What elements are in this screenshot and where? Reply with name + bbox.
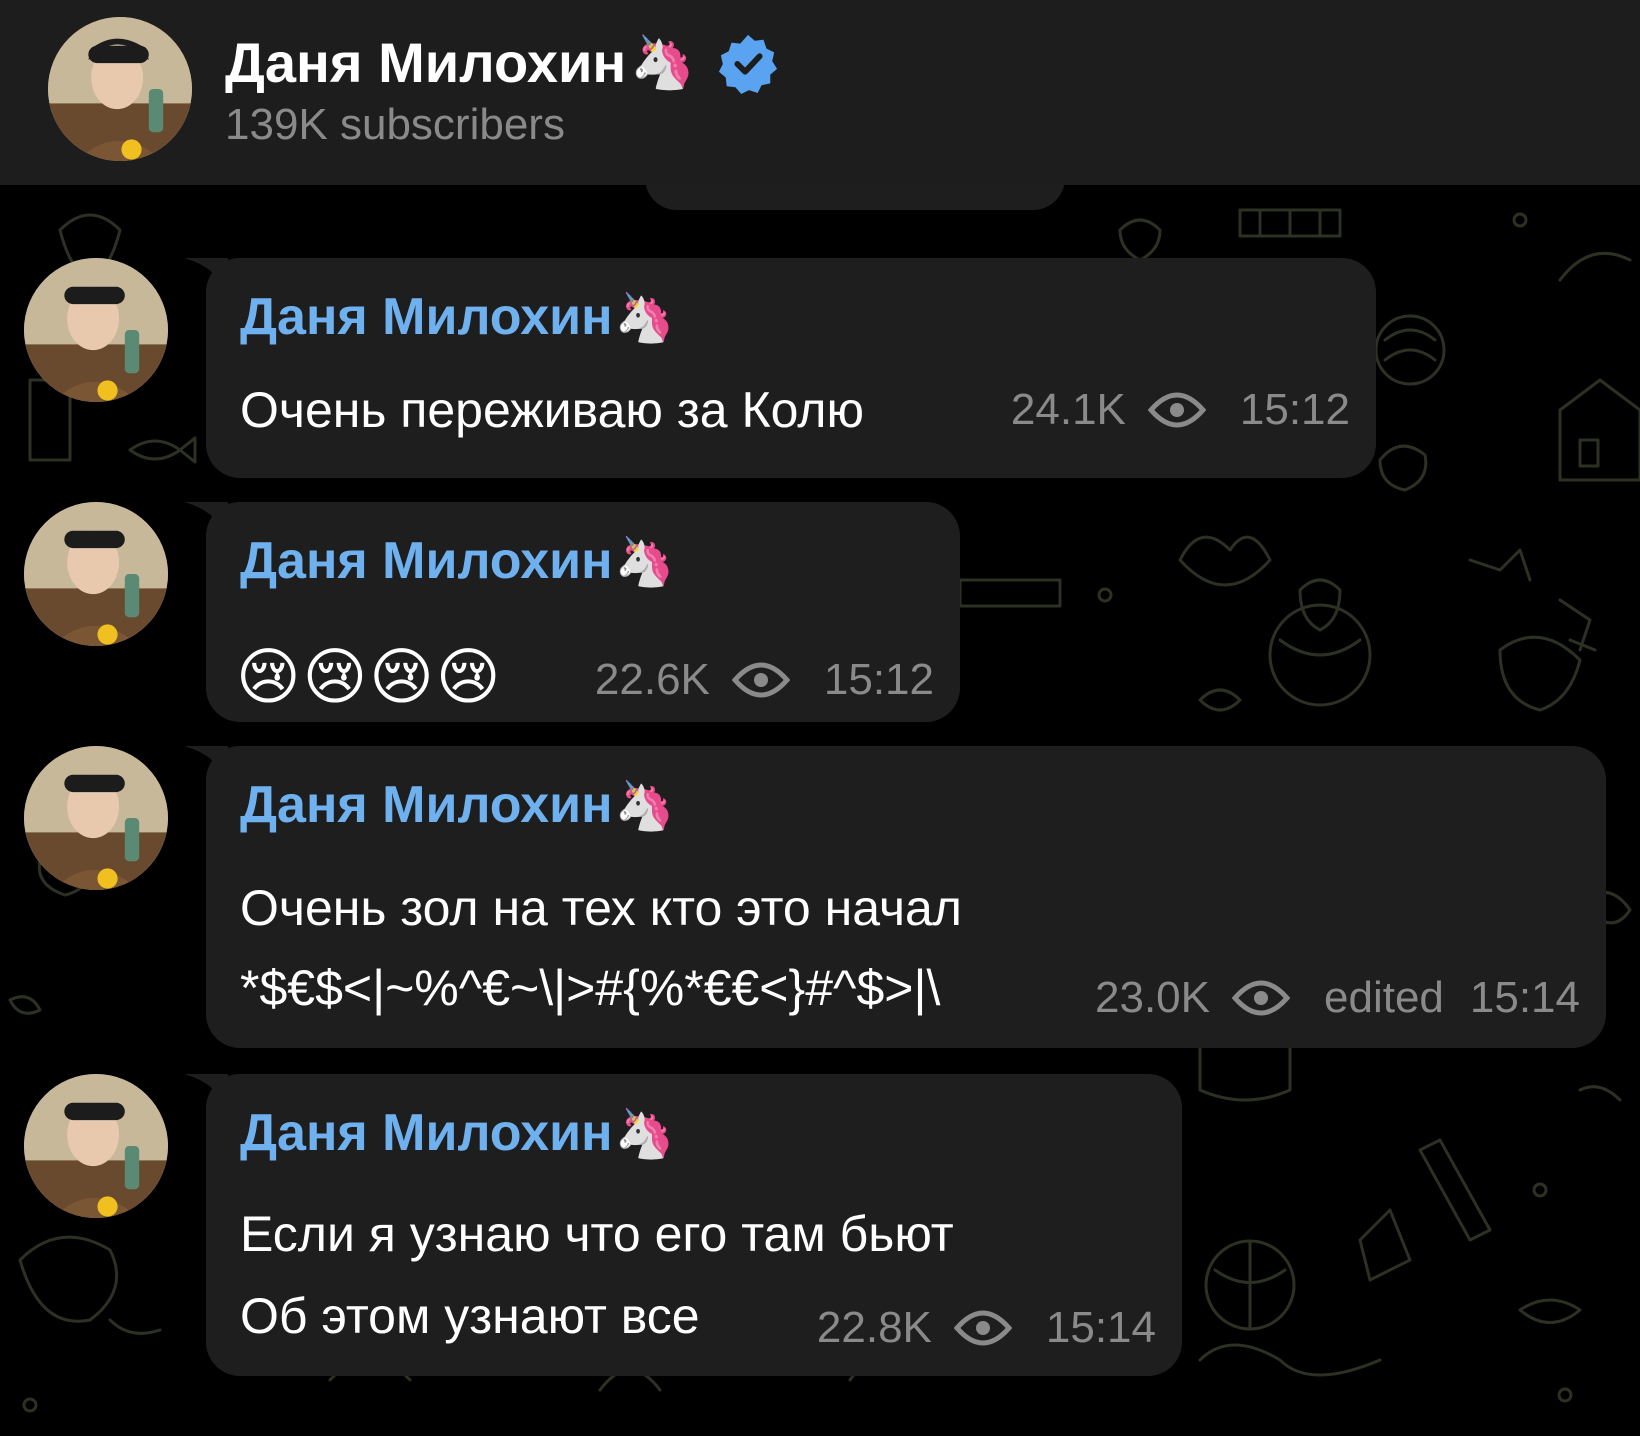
- message-meta: 22.8K 15:14: [817, 1302, 1156, 1354]
- eye-icon: [731, 662, 790, 698]
- message-time: 15:14: [1045, 1303, 1156, 1352]
- subscriber-count: 139K subscribers: [225, 100, 565, 149]
- message-sender[interactable]: Даня Милохин🦄: [240, 774, 674, 838]
- avatar-image: [48, 17, 192, 161]
- message-text: Очень переживаю за Колю: [240, 382, 864, 438]
- avatar-image: [24, 258, 168, 402]
- verified-badge-icon: [718, 34, 778, 94]
- unicorn-emoji: 🦄: [614, 780, 675, 833]
- channel-avatar[interactable]: [48, 17, 192, 161]
- unicorn-emoji: 🦄: [630, 34, 695, 92]
- channel-name: Даня Милохин: [225, 31, 627, 94]
- message-meta: 23.0K edited 15:14: [1095, 972, 1580, 1024]
- sender-name[interactable]: Даня Милохин: [240, 532, 613, 590]
- eye-icon: [953, 1310, 1012, 1346]
- eye-icon: [1232, 980, 1290, 1016]
- message-text-line1: Если я узнаю что его там бьют: [240, 1206, 954, 1262]
- message-avatar[interactable]: [24, 258, 168, 402]
- unicorn-emoji: 🦄: [614, 292, 675, 345]
- channel-title: Даня Милохин 🦄: [225, 30, 779, 96]
- message-meta: 24.1K 15:12: [1011, 384, 1350, 436]
- view-count: 22.6K: [594, 655, 710, 704]
- message-avatar[interactable]: [24, 1074, 168, 1218]
- message-time: 15:12: [1239, 385, 1350, 434]
- message-avatar[interactable]: [24, 502, 168, 646]
- sender-name[interactable]: Даня Милохин: [240, 1104, 613, 1162]
- message-time: 15:14: [1469, 973, 1580, 1022]
- message-text-line2: *$€$<|~%^€~\|>#{%*€€<}#^$>|\: [240, 960, 941, 1016]
- bubble-tail: [184, 746, 228, 786]
- sender-name[interactable]: Даня Милохин: [240, 776, 613, 834]
- bubble-tail: [184, 258, 228, 298]
- avatar-image: [24, 502, 168, 646]
- message-meta: 22.6K 15:12: [595, 654, 934, 706]
- message-sender[interactable]: Даня Милохин🦄: [240, 286, 674, 350]
- message-bubble[interactable]: Даня Милохин🦄 😢😢😢😢 22.6K 15:12: [184, 502, 960, 722]
- message-sender[interactable]: Даня Милохин🦄: [240, 1102, 674, 1166]
- unicorn-emoji: 🦄: [614, 1108, 675, 1161]
- view-count: 22.8K: [816, 1303, 932, 1352]
- bubble-tail: [184, 502, 228, 542]
- view-count: 24.1K: [1010, 385, 1126, 434]
- message-emojis: 😢😢😢😢: [236, 643, 503, 712]
- sender-name[interactable]: Даня Милохин: [240, 288, 613, 346]
- message-avatar[interactable]: [24, 746, 168, 890]
- message-bubble[interactable]: Даня Милохин🦄 Если я узнаю что его там б…: [184, 1074, 1182, 1376]
- view-count: 23.0K: [1095, 973, 1210, 1022]
- message-bubble[interactable]: Даня Милохин🦄 Очень переживаю за Колю 24…: [184, 258, 1376, 478]
- eye-icon: [1147, 392, 1206, 428]
- avatar-image: [24, 746, 168, 890]
- message-time: 15:12: [823, 655, 934, 704]
- unicorn-emoji: 🦄: [614, 536, 675, 589]
- channel-header[interactable]: Даня Милохин 🦄 139K subscribers: [0, 0, 1640, 185]
- message-text-line1: Очень зол на тех кто это начал: [240, 880, 962, 936]
- message-bubble[interactable]: Даня Милохин🦄 Очень зол на тех кто это н…: [184, 746, 1606, 1048]
- bubble-tail: [184, 1074, 228, 1114]
- avatar-image: [24, 1074, 168, 1218]
- message-text-line2: Об этом узнают все: [240, 1288, 700, 1344]
- edited-label: edited: [1324, 973, 1444, 1022]
- message-sender[interactable]: Даня Милохин🦄: [240, 530, 674, 594]
